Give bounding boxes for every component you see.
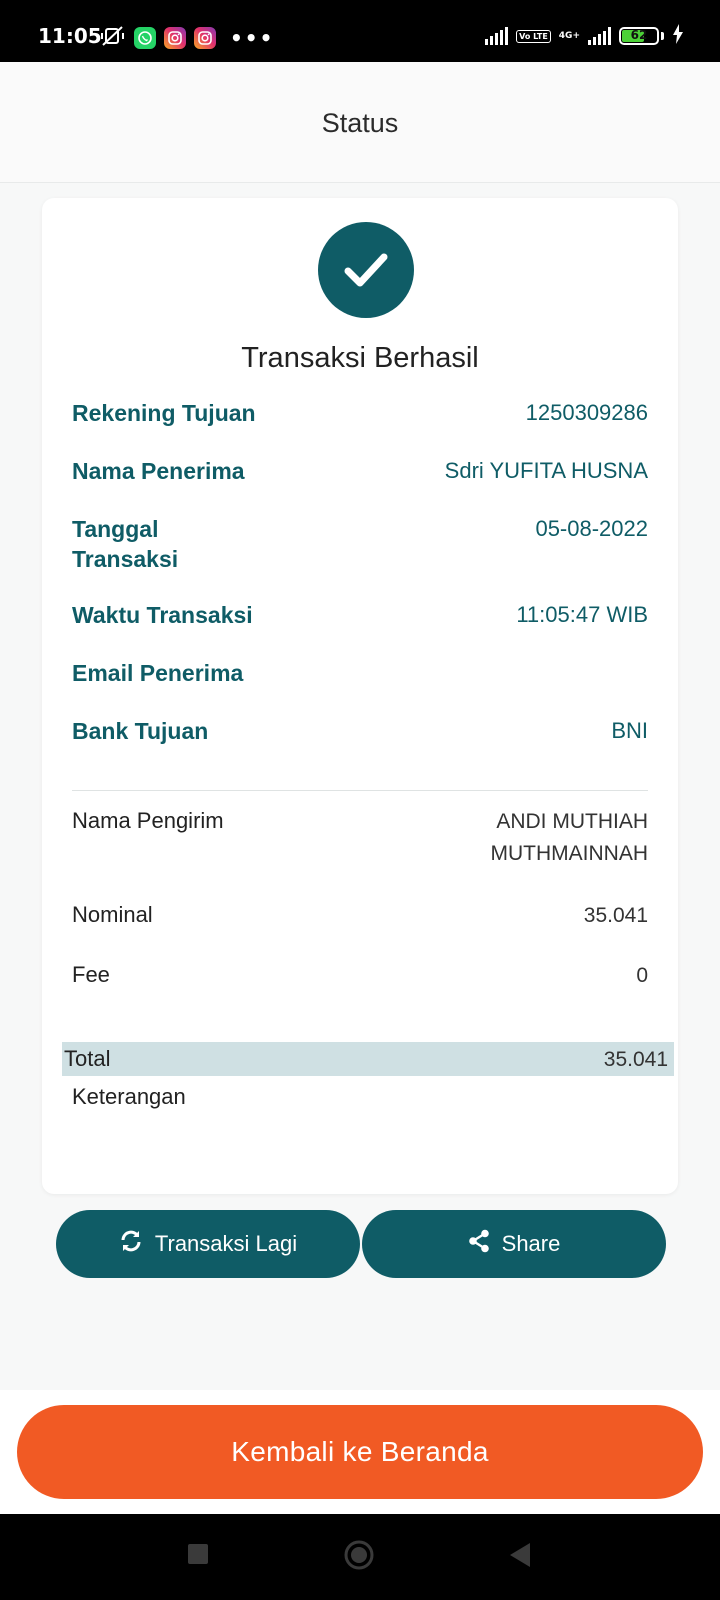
back-nav-button[interactable] <box>508 1542 532 1568</box>
battery-icon: 62 <box>619 27 659 45</box>
label: Fee <box>72 962 110 987</box>
row-nominal: Nominal 35.041 <box>72 900 648 932</box>
value-line-2: MUTHMAINNAH <box>490 842 649 865</box>
value: 35.041 <box>583 904 648 927</box>
share-button[interactable]: Share <box>362 1210 666 1278</box>
notification-icons: ••• <box>100 26 274 50</box>
label-line-2: Transaksi <box>72 546 179 572</box>
label-line-1: Tanggal <box>72 516 159 542</box>
value: 11:05:47 WIB <box>516 602 648 627</box>
label: Total <box>64 1046 111 1071</box>
battery-level: 62 <box>630 28 648 42</box>
label: Bank Tujuan <box>72 718 209 744</box>
more-notifications-icon: ••• <box>230 26 275 50</box>
label: Waktu Transaksi <box>72 602 253 628</box>
app-header: Status <box>0 62 720 183</box>
battery-cap <box>661 32 664 40</box>
share-label: Share <box>501 1231 561 1256</box>
row-waktu-transaksi: Waktu Transaksi 11:05:47 WIB <box>72 600 648 630</box>
label: Keterangan <box>72 1084 186 1109</box>
label: Tanggal Transaksi <box>72 514 178 574</box>
volte-icon: Vo LTE <box>516 29 551 43</box>
value: 0 <box>636 964 648 987</box>
row-rekening-tujuan: Rekening Tujuan 1250309286 <box>72 398 648 428</box>
instagram-icon <box>164 27 186 49</box>
system-icons: Vo LTE 4G+ 62 <box>485 24 684 48</box>
label: Email Penerima <box>72 660 244 686</box>
value: 35.041 <box>603 1048 668 1071</box>
row-email-penerima: Email Penerima <box>72 658 648 688</box>
page-title: Status <box>321 108 399 138</box>
value: Sdri YUFITA HUSNA <box>444 458 648 483</box>
signal-icon <box>588 27 611 45</box>
label: Rekening Tujuan <box>72 400 256 426</box>
value: 05-08-2022 <box>535 516 648 541</box>
signal-icon <box>485 27 509 45</box>
value-line-1: ANDI MUTHIAH <box>496 810 648 833</box>
back-to-home-button[interactable]: Kembali ke Beranda <box>17 1405 703 1499</box>
row-nama-penerima: Nama Penerima Sdri YUFITA HUSNA <box>72 456 648 486</box>
value: ANDI MUTHIAH MUTHMAINNAH <box>491 806 649 870</box>
network-type: 4G+ <box>558 31 580 41</box>
transaction-status-title: Transaksi Berhasil <box>241 342 479 374</box>
charging-icon <box>672 24 684 48</box>
row-fee: Fee 0 <box>72 960 648 992</box>
share-icon <box>468 1229 490 1259</box>
whatsapp-icon <box>134 27 156 49</box>
label: Nama Pengirim <box>72 808 224 833</box>
row-bank-tujuan: Bank Tujuan BNI <box>72 716 648 746</box>
home-nav-button[interactable] <box>344 1540 374 1570</box>
instagram-icon <box>194 27 216 49</box>
receipt-card: Transaksi Berhasil Rekening Tujuan 12503… <box>42 198 678 1194</box>
row-nama-pengirim: Nama Pengirim ANDI MUTHIAH MUTHMAINNAH <box>72 806 648 870</box>
divider <box>72 790 648 791</box>
muted-vibrate-icon <box>100 25 126 51</box>
row-total: Total 35.041 <box>64 1044 668 1076</box>
value: BNI <box>611 718 648 743</box>
row-keterangan: Keterangan <box>72 1082 648 1112</box>
label: Nominal <box>72 902 153 927</box>
value: 1250309286 <box>525 400 648 425</box>
transaksi-lagi-button[interactable]: Transaksi Lagi <box>56 1210 360 1278</box>
recent-apps-button[interactable] <box>188 1544 208 1564</box>
label: Nama Penerima <box>72 458 245 484</box>
row-tanggal-transaksi: Tanggal Transaksi 05-08-2022 <box>72 514 648 574</box>
refresh-icon <box>119 1229 143 1259</box>
transaksi-lagi-label: Transaksi Lagi <box>154 1231 298 1256</box>
clock: 11:05 <box>38 24 102 48</box>
status-bar: 11:05 ••• Vo LTE 4G+ 62 <box>0 0 720 62</box>
success-check-icon <box>318 222 414 318</box>
